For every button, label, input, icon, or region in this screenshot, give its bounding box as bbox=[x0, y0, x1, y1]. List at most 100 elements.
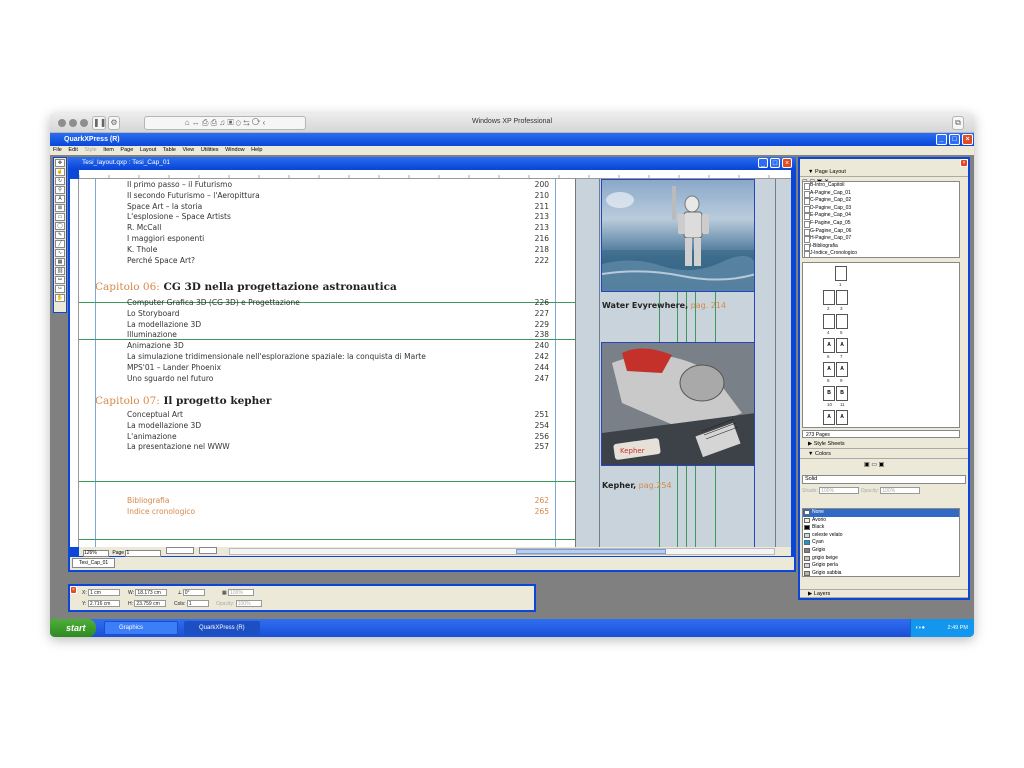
doc-close-button[interactable]: × bbox=[782, 158, 792, 168]
page-thumb[interactable]: B bbox=[823, 386, 835, 401]
color-swatch-item[interactable]: celeste velato bbox=[803, 532, 959, 540]
master-pages-list[interactable]: B-Intro_Capitoli A-Pagine_Cap_01 C-Pagine_… bbox=[802, 181, 960, 258]
menu-style[interactable]: Style bbox=[84, 147, 96, 153]
master-page-item[interactable]: A-Pagine_Cap_01 bbox=[803, 190, 959, 198]
opacity-field[interactable]: Opacity: 100% bbox=[216, 600, 262, 608]
master-page-item[interactable]: I-Bibliografia bbox=[803, 243, 959, 251]
tray-icons[interactable]: ◖◗● bbox=[915, 619, 925, 637]
color-mode-icons[interactable]: ▣ ▭ ▣ bbox=[864, 461, 884, 468]
master-page-item[interactable]: E-Pagine_Cap_04 bbox=[803, 212, 959, 220]
master-page-item[interactable]: H-Pagine_Cap_07 bbox=[803, 235, 959, 243]
w-field[interactable]: W: 18.173 cm bbox=[128, 589, 168, 597]
kepher-picture[interactable]: Kepher bbox=[601, 342, 755, 466]
page-canvas[interactable]: Water Evyrewhere, pag. 214 Kepher Kepher… bbox=[79, 179, 791, 547]
menu-page[interactable]: Page bbox=[120, 147, 133, 153]
page-thumb[interactable] bbox=[823, 314, 835, 329]
page-thumb[interactable]: A bbox=[836, 362, 848, 377]
color-swatch-item[interactable]: Grigio bbox=[803, 547, 959, 555]
layers-header[interactable]: ▶ Layers bbox=[800, 589, 968, 598]
color-swatch-item[interactable]: Avorio bbox=[803, 517, 959, 525]
horizontal-scrollbar[interactable] bbox=[229, 548, 775, 555]
astronaut-picture[interactable] bbox=[601, 179, 755, 292]
page-thumb[interactable]: A bbox=[823, 338, 835, 353]
master-page-item[interactable]: B-Intro_Capitoli bbox=[803, 182, 959, 190]
fullscreen-icon[interactable]: ⧉ bbox=[952, 116, 964, 130]
maximize-button[interactable]: □ bbox=[949, 134, 960, 145]
color-swatch-item[interactable]: Cyan bbox=[803, 539, 959, 547]
master-page-item[interactable]: G-Pagine_Cap_06 bbox=[803, 228, 959, 236]
vertical-ruler[interactable] bbox=[70, 179, 79, 547]
rotate-tool-icon[interactable]: ↻ bbox=[55, 177, 65, 185]
master-page-item[interactable]: J-Indice_Cronologico bbox=[803, 250, 959, 258]
colors-header[interactable]: ▼ Colors bbox=[800, 450, 968, 459]
h-field[interactable]: H: 23.759 cm bbox=[128, 600, 167, 608]
picture-box-tool-icon[interactable]: ⊠ bbox=[55, 204, 65, 212]
master-page-item[interactable]: F-Pagine_Cap_05 bbox=[803, 220, 959, 228]
page-thumb[interactable] bbox=[835, 266, 847, 281]
close-button[interactable]: × bbox=[962, 134, 973, 145]
menu-edit[interactable]: Edit bbox=[68, 147, 77, 153]
measure-close-button[interactable]: × bbox=[70, 586, 77, 594]
color-mode-select[interactable]: Solid bbox=[802, 475, 966, 484]
task-quarkxpress[interactable]: QuarkXPress (R) bbox=[184, 621, 260, 635]
color-swatch-item[interactable]: Grigio perla bbox=[803, 562, 959, 570]
color-swatch-item[interactable]: grigio beige bbox=[803, 555, 959, 563]
page-thumb[interactable] bbox=[823, 290, 835, 305]
color-swatch-item[interactable]: Black bbox=[803, 524, 959, 532]
text-box-tool-icon[interactable]: A bbox=[55, 195, 65, 203]
table-tool-icon[interactable]: ▦ bbox=[55, 258, 65, 266]
layout-tab[interactable]: Tesi_Cap_01 bbox=[72, 558, 116, 568]
page-thumb[interactable]: A bbox=[823, 362, 835, 377]
angle-field[interactable]: ⟂ 0° bbox=[178, 589, 205, 597]
page-thumbnails[interactable]: 12345A6A7A8A9B10B11A12A13 bbox=[802, 262, 960, 428]
menu-file[interactable]: File bbox=[53, 147, 62, 153]
y-field[interactable]: Y: 2.716 cm bbox=[82, 600, 120, 608]
master-page-item[interactable]: D-Pagine_Cap_03 bbox=[803, 205, 959, 213]
menu-help[interactable]: Help bbox=[251, 147, 262, 153]
start-button[interactable]: start bbox=[50, 619, 96, 637]
link-tool-icon[interactable]: ⛓ bbox=[55, 267, 65, 275]
opacity-pct-field[interactable]: ▦ 100% bbox=[222, 589, 255, 597]
color-swatch-item[interactable]: Grigio sabbia bbox=[803, 570, 959, 578]
bezier-tool-icon[interactable]: ✎ bbox=[55, 231, 65, 239]
minimize-button[interactable]: _ bbox=[936, 134, 947, 145]
scroll-thumb[interactable] bbox=[516, 549, 666, 554]
cols-field[interactable]: Cols: 1 bbox=[174, 600, 209, 608]
doc-minimize-button[interactable]: _ bbox=[758, 158, 768, 168]
pan-tool-icon[interactable]: ✋ bbox=[55, 294, 65, 302]
page-layout-header[interactable]: ▼ Page Layout bbox=[800, 168, 968, 177]
doc-maximize-button[interactable]: □ bbox=[770, 158, 780, 168]
oval-tool-icon[interactable]: ◯ bbox=[55, 222, 65, 230]
page-thumb[interactable] bbox=[836, 314, 848, 329]
page-nav-buttons[interactable] bbox=[165, 547, 194, 554]
page-thumb[interactable]: A bbox=[836, 410, 848, 425]
content-tool-icon[interactable]: ☝ bbox=[55, 168, 65, 176]
menu-table[interactable]: Table bbox=[163, 147, 176, 153]
page-thumb[interactable] bbox=[836, 290, 848, 305]
item-tool-icon[interactable]: ✥ bbox=[55, 159, 65, 167]
menu-view[interactable]: View bbox=[182, 147, 194, 153]
menu-item[interactable]: Item bbox=[103, 147, 114, 153]
zoom-field[interactable]: 126% bbox=[83, 550, 109, 557]
rect-tool-icon[interactable]: ▭ bbox=[55, 213, 65, 221]
scissors-tool-icon[interactable]: ✂ bbox=[55, 285, 65, 293]
view-buttons[interactable] bbox=[199, 547, 218, 554]
x-field[interactable]: X: 1 cm bbox=[82, 589, 121, 597]
page-thumb[interactable]: A bbox=[836, 338, 848, 353]
zoom-tool-icon[interactable]: ⚲ bbox=[55, 186, 65, 194]
page-thumb[interactable]: A bbox=[823, 410, 835, 425]
menu-utilities[interactable]: Utilities bbox=[201, 147, 219, 153]
page-field[interactable]: 1 bbox=[125, 550, 162, 557]
colors-list[interactable]: None Avorio Black celeste velato Cyan Grigio g… bbox=[802, 508, 960, 577]
menu-window[interactable]: Window bbox=[225, 147, 245, 153]
horizontal-ruler[interactable] bbox=[79, 170, 791, 179]
unlink-tool-icon[interactable]: ⚯ bbox=[55, 276, 65, 284]
color-swatch-item[interactable]: None bbox=[803, 509, 959, 517]
shade-opacity-row[interactable]: Shade: 100% Opacity: 100% bbox=[802, 487, 968, 496]
palette-close-button[interactable]: × bbox=[960, 159, 968, 167]
page-thumb[interactable]: B bbox=[836, 386, 848, 401]
master-page-item[interactable]: C-Pagine_Cap_02 bbox=[803, 197, 959, 205]
task-graphics[interactable]: Graphics bbox=[104, 621, 178, 635]
text-path-tool-icon[interactable]: ∿ bbox=[55, 249, 65, 257]
line-tool-icon[interactable]: ╱ bbox=[55, 240, 65, 248]
